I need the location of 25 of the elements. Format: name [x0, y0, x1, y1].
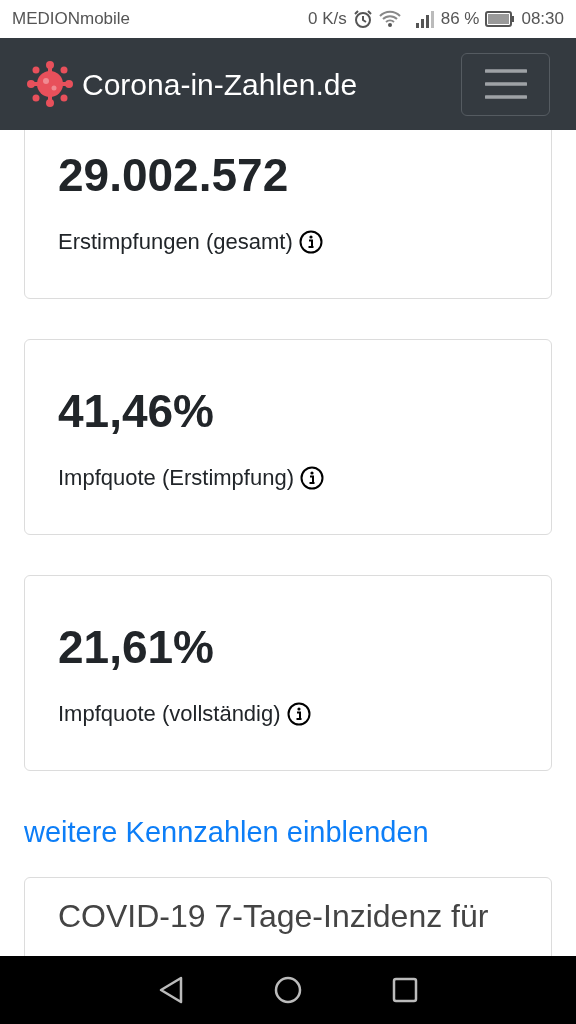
battery-percent: 86 %: [440, 8, 480, 31]
recents-icon[interactable]: [392, 977, 418, 1003]
wifi-icon: [378, 10, 401, 28]
battery-icon: [485, 11, 516, 27]
card-title: COVID-19 7-Tage-Inzidenz für: [58, 896, 490, 936]
home-icon[interactable]: [274, 976, 302, 1004]
stat-label: Impfquote (vollständig): [58, 700, 281, 729]
clock-time: 08:30: [521, 8, 564, 31]
show-more-link[interactable]: weitere Kennzahlen einblenden: [24, 811, 429, 855]
virus-logo-icon: [26, 60, 74, 108]
info-icon[interactable]: [298, 229, 323, 254]
back-icon[interactable]: [158, 976, 184, 1004]
stat-label: Erstimpfungen (gesamt): [58, 228, 293, 257]
menu-icon: [484, 68, 527, 100]
network-speed: 0 K/s: [307, 8, 347, 31]
stat-value: 41,46%: [58, 384, 215, 439]
menu-toggle-button[interactable]: [461, 52, 550, 116]
stat-value: 29.002.572: [58, 148, 290, 203]
stat-value: 21,61%: [58, 620, 215, 675]
info-icon[interactable]: [300, 465, 324, 490]
info-icon[interactable]: [286, 701, 311, 726]
signal-icon: [414, 10, 435, 28]
carrier-name: MEDIONmobile: [12, 8, 131, 31]
alarm-icon: [352, 9, 373, 29]
stat-label: Impfquote (Erstimpfung): [58, 464, 294, 493]
